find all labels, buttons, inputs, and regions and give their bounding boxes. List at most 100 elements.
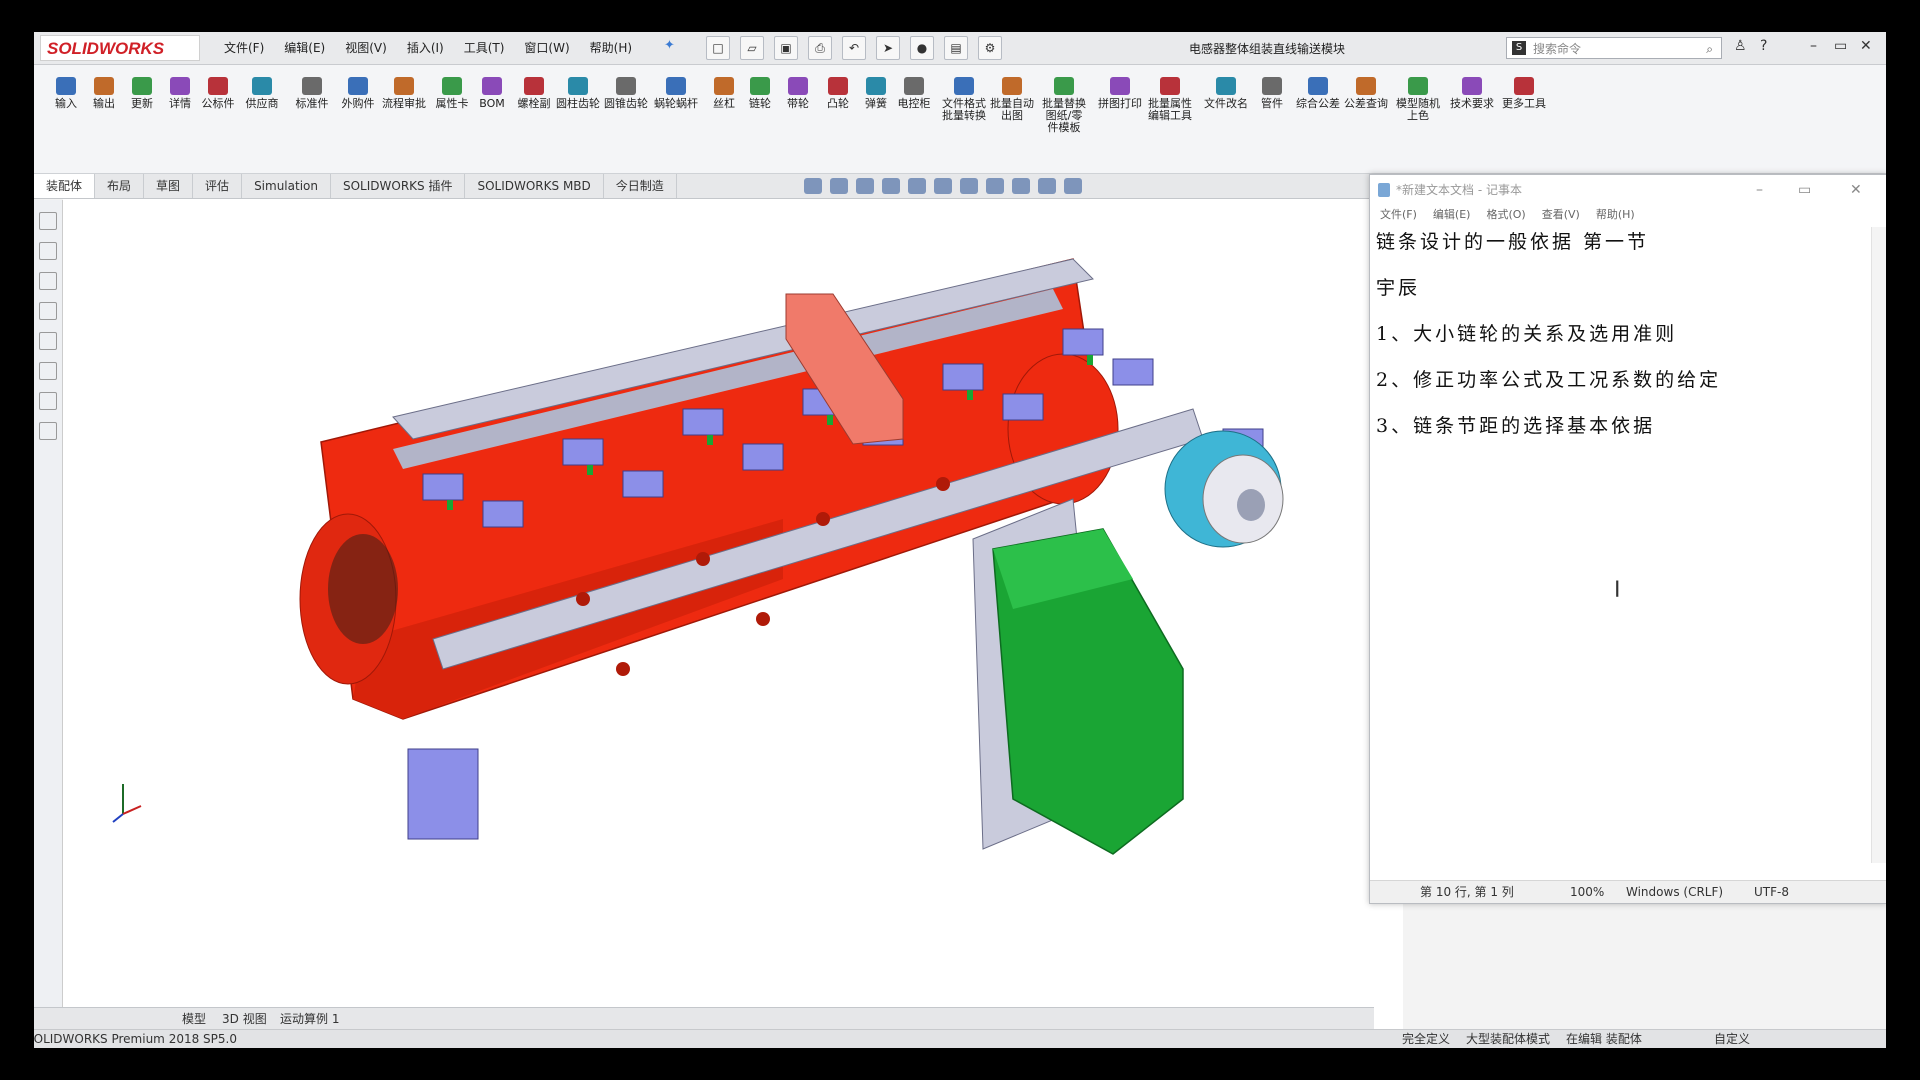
cam-manager-icon[interactable] (39, 362, 57, 380)
command-button[interactable]: 圆锥齿轮 (604, 77, 648, 110)
feature-manager-strip (34, 200, 63, 1030)
notepad-text-area[interactable]: 链条设计的一般依据 第一节 宇辰 1、大小链轮的关系及选用准则 2、修正功率公式… (1376, 227, 1866, 457)
hide-show-icon[interactable] (986, 178, 1004, 194)
scene-icon[interactable] (1038, 178, 1056, 194)
command-button[interactable]: 拼图打印 (1098, 77, 1142, 110)
display-manager-icon[interactable] (39, 332, 57, 350)
print-icon[interactable]: ⎙ (808, 36, 832, 60)
notepad-menu-help[interactable]: 帮助(H) (1596, 205, 1635, 225)
command-button[interactable]: 更多工具 (1502, 77, 1546, 110)
search-commands-input[interactable]: S 搜索命令 ⌕ (1506, 37, 1722, 59)
command-button[interactable]: 模型随机上色 (1396, 77, 1440, 122)
command-icon (616, 77, 636, 95)
menu-file[interactable]: 文件(F) (224, 39, 264, 56)
command-button[interactable]: 批量自动出图 (990, 77, 1034, 122)
solidworks-logo[interactable]: SOLIDWORKS (40, 35, 200, 61)
new-document-icon[interactable]: □ (706, 36, 730, 60)
units-custom[interactable]: 自定义 (1714, 1030, 1750, 1048)
menu-view[interactable]: 视图(V) (345, 39, 387, 56)
notepad-menu-edit[interactable]: 编辑(E) (1433, 205, 1471, 225)
command-button[interactable]: 供应商 (240, 77, 284, 110)
command-button[interactable]: 外购件 (336, 77, 380, 110)
tab-layout[interactable]: 布局 (95, 174, 145, 198)
command-button[interactable]: BOM (470, 77, 514, 110)
command-button[interactable]: 流程审批 (382, 77, 426, 110)
command-button[interactable]: 蜗轮蜗杆 (654, 77, 698, 110)
previous-view-icon[interactable] (856, 178, 874, 194)
tab-3d-view[interactable]: 3D 视图 (214, 1008, 275, 1030)
menu-edit[interactable]: 编辑(E) (284, 39, 325, 56)
file-properties-icon[interactable]: ▤ (944, 36, 968, 60)
pin-icon[interactable]: ✦ (664, 38, 675, 53)
command-button[interactable]: 螺栓副 (512, 77, 556, 110)
command-button[interactable]: 公差查询 (1344, 77, 1388, 110)
tab-assembly[interactable]: 装配体 (34, 174, 96, 198)
command-button[interactable]: 批量属性编辑工具 (1148, 77, 1192, 122)
dimxpert-icon[interactable] (39, 302, 57, 320)
zoom-fit-icon[interactable] (804, 178, 822, 194)
command-label: 综合公差 (1296, 97, 1340, 110)
maximize-icon[interactable]: ▭ (1834, 38, 1847, 54)
notepad-minimize-icon[interactable]: – (1756, 175, 1763, 205)
options-gear-icon[interactable]: ⚙ (978, 36, 1002, 60)
property-manager-icon[interactable] (39, 242, 57, 260)
display-style-icon[interactable] (960, 178, 978, 194)
tab-motion-study[interactable]: 运动算例 1 (272, 1008, 347, 1030)
command-button[interactable]: 文件格式批量转换 (942, 77, 986, 122)
command-button[interactable]: 批量替换图纸/零件模板 (1042, 77, 1086, 134)
tab-evaluate[interactable]: 评估 (193, 174, 243, 198)
traffic-light-icon[interactable]: ● (910, 36, 934, 60)
tab-today-manufacture[interactable]: 今日制造 (604, 174, 677, 198)
save-icon[interactable]: ▣ (774, 36, 798, 60)
edit-appearance-icon[interactable] (1012, 178, 1030, 194)
configuration-manager-icon[interactable] (39, 272, 57, 290)
view-orientation-icon[interactable] (934, 178, 952, 194)
tab-mbd[interactable]: SOLIDWORKS MBD (465, 174, 604, 198)
command-button[interactable]: 标准件 (290, 77, 334, 110)
menu-help[interactable]: 帮助(H) (590, 39, 632, 56)
tab-addins[interactable]: SOLIDWORKS 插件 (331, 174, 466, 198)
motion-icon[interactable] (39, 422, 57, 440)
tab-simulation[interactable]: Simulation (242, 174, 331, 198)
section-view-icon[interactable] (882, 178, 900, 194)
notepad-maximize-icon[interactable]: ▭ (1798, 175, 1811, 205)
feature-tree-icon[interactable] (39, 212, 57, 230)
magnifier-icon[interactable]: ⌕ (1706, 38, 1713, 60)
minimize-icon[interactable]: – (1810, 38, 1817, 54)
notepad-menu-file[interactable]: 文件(F) (1380, 205, 1417, 225)
notepad-menu-view[interactable]: 查看(V) (1542, 205, 1580, 225)
command-button[interactable]: 带轮 (776, 77, 820, 110)
conveyor-assembly-model[interactable] (63, 199, 1403, 1031)
notepad-window[interactable]: *新建文本文档 - 记事本 – ▭ ✕ 文件(F) 编辑(E) 格式(O) 查看… (1369, 174, 1886, 904)
notepad-scrollbar[interactable] (1871, 227, 1886, 863)
notepad-close-icon[interactable]: ✕ (1850, 175, 1862, 205)
graphics-area[interactable] (63, 199, 1403, 1031)
command-button[interactable]: 技术要求 (1450, 77, 1494, 110)
notepad-menu-bar: 文件(F) 编辑(E) 格式(O) 查看(V) 帮助(H) (1370, 205, 1886, 225)
dynamic-annotation-icon[interactable] (908, 178, 926, 194)
user-icon[interactable]: ♙ (1734, 38, 1747, 54)
close-icon[interactable]: ✕ (1860, 38, 1872, 54)
view-settings-icon[interactable] (1064, 178, 1082, 194)
menu-tools[interactable]: 工具(T) (464, 39, 505, 56)
menu-insert[interactable]: 插入(I) (407, 39, 444, 56)
notepad-menu-format[interactable]: 格式(O) (1486, 205, 1525, 225)
command-button[interactable]: 电控柜 (892, 77, 936, 110)
open-icon[interactable]: ▱ (740, 36, 764, 60)
zoom-area-icon[interactable] (830, 178, 848, 194)
command-button[interactable]: 文件改名 (1204, 77, 1248, 110)
command-button[interactable]: 圆柱齿轮 (556, 77, 600, 110)
menu-window[interactable]: 窗口(W) (524, 39, 569, 56)
command-icon (132, 77, 152, 95)
undo-icon[interactable]: ↶ (842, 36, 866, 60)
appearance-icon[interactable] (39, 392, 57, 410)
tab-model[interactable]: 模型 (174, 1008, 214, 1030)
command-button[interactable]: 公标件 (196, 77, 240, 110)
tab-sketch[interactable]: 草图 (144, 174, 194, 198)
command-button[interactable]: 管件 (1250, 77, 1294, 110)
command-button[interactable]: 属性卡 (430, 77, 474, 110)
command-button[interactable]: 综合公差 (1296, 77, 1340, 110)
help-icon[interactable]: ? (1760, 38, 1767, 54)
select-icon[interactable]: ➤ (876, 36, 900, 60)
definition-state: 完全定义 (1402, 1032, 1451, 1046)
